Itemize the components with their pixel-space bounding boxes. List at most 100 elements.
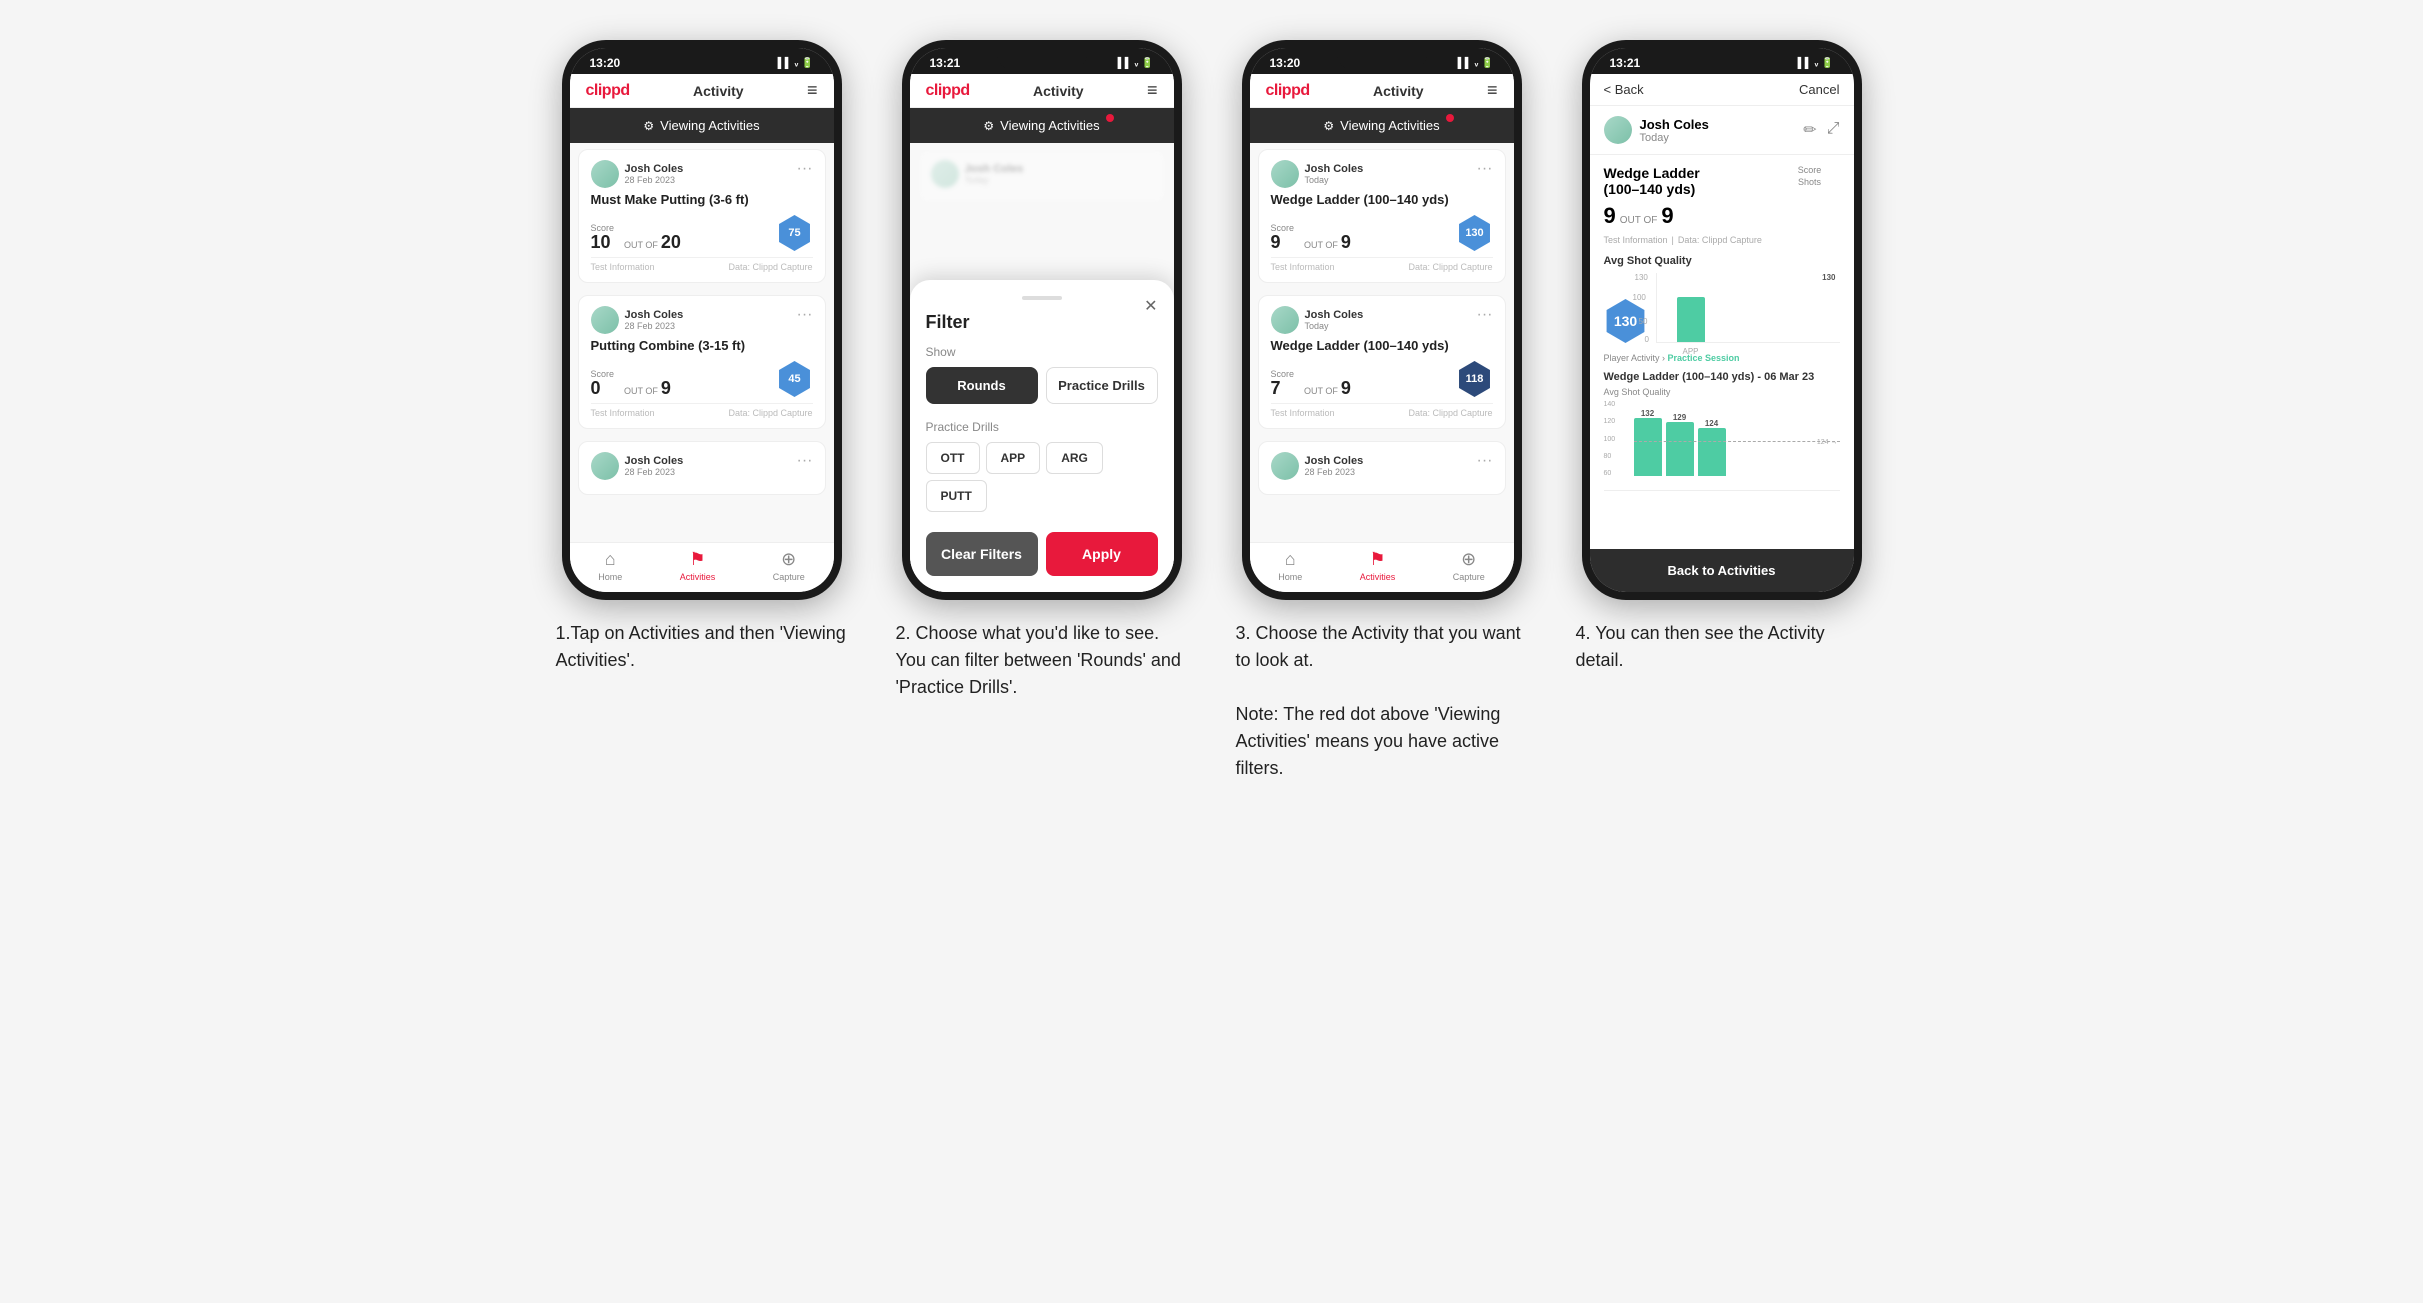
filter-modal[interactable]: ✕ Filter Show Rounds Practice Drills Pra… xyxy=(910,280,1174,592)
step-3-description: 3. Choose the Activity that you want to … xyxy=(1232,620,1532,782)
nav-menu-2[interactable]: ≡ xyxy=(1147,80,1158,101)
sub-bar-3 xyxy=(1698,428,1726,476)
nav-activities-3[interactable]: ⚑ Activities xyxy=(1360,549,1396,582)
phone-frame-2: 13:21 ▌▌ ᵥ 🔋 clippd Activity ≡ ⚙ Viewing… xyxy=(902,40,1182,600)
sub-sq-label: Avg Shot Quality xyxy=(1604,387,1840,397)
activity-card-1-2[interactable]: Josh Coles 28 Feb 2023 ··· Putting Combi… xyxy=(578,295,826,429)
capture-label-1: Capture xyxy=(773,572,805,582)
status-icons-2: ▌▌ ᵥ 🔋 xyxy=(1118,58,1154,69)
detail-header: < Back Cancel xyxy=(1590,74,1854,106)
edit-icon[interactable]: ✏ xyxy=(1803,120,1816,140)
more-dots-1-3[interactable]: ··· xyxy=(797,452,813,470)
back-button[interactable]: < Back xyxy=(1604,82,1644,97)
viewing-banner-1[interactable]: ⚙ Viewing Activities xyxy=(570,108,834,143)
info-right-1-1: Data: Clippd Capture xyxy=(728,262,812,272)
activities-label-1: Activities xyxy=(680,572,716,582)
filter-title: Filter xyxy=(926,312,1158,333)
nav-bar-2: clippd Activity ≡ xyxy=(910,74,1174,108)
more-dots-1-2[interactable]: ··· xyxy=(797,306,813,324)
cancel-button[interactable]: Cancel xyxy=(1799,82,1839,97)
clear-filters-button[interactable]: Clear Filters xyxy=(926,532,1038,576)
notch-2 xyxy=(997,48,1087,70)
activity-card-1-1[interactable]: Josh Coles 28 Feb 2023 ··· Must Make Put… xyxy=(578,149,826,283)
nav-menu-3[interactable]: ≡ xyxy=(1487,80,1498,101)
out-of-detail: OUT OF xyxy=(1620,215,1658,226)
info-left-1-2: Test Information xyxy=(591,408,655,418)
nav-activities-1[interactable]: ⚑ Activities xyxy=(680,549,716,582)
stat-outof-1-2: OUT OF 9 xyxy=(624,369,671,397)
home-label-1: Home xyxy=(598,572,622,582)
viewing-banner-text-3: Viewing Activities xyxy=(1340,118,1439,133)
status-icons-1: ▌▌ ᵥ 🔋 xyxy=(778,58,814,69)
activity-card-3-1[interactable]: Josh Coles Today ··· Wedge Ladder (100–1… xyxy=(1258,149,1506,283)
shots-val-1-2: 9 xyxy=(661,379,671,397)
drill-tag-arg[interactable]: ARG xyxy=(1046,442,1103,474)
card-footer-1-1: Test Information Data: Clippd Capture xyxy=(591,257,813,272)
avatar-1-2 xyxy=(591,306,619,334)
chart-section: Avg Shot Quality 130 130 100 50 0 xyxy=(1604,255,1840,343)
score-val-1-2: 0 xyxy=(591,379,615,397)
nav-logo-3: clippd xyxy=(1266,82,1310,100)
rounds-tab[interactable]: Rounds xyxy=(926,367,1038,404)
stats-row-1-1: Score 10 OUT OF 20 75 xyxy=(591,215,813,251)
nav-menu-1[interactable]: ≡ xyxy=(807,80,818,101)
more-dots-3-1[interactable]: ··· xyxy=(1477,160,1493,178)
nav-capture-1[interactable]: ⊕ Capture xyxy=(773,549,805,582)
status-time-4: 13:21 xyxy=(1610,56,1641,70)
sub-bar-1 xyxy=(1634,418,1662,476)
sq-badge-3-1: 130 xyxy=(1457,215,1493,251)
drill-tag-putt[interactable]: PUTT xyxy=(926,480,987,512)
user-date-1-2: 28 Feb 2023 xyxy=(625,321,684,331)
card-title-3-1: Wedge Ladder (100–140 yds) xyxy=(1271,192,1493,207)
apply-button[interactable]: Apply xyxy=(1046,532,1158,576)
score-val-1-1: 10 xyxy=(591,233,615,251)
more-dots-1-1[interactable]: ··· xyxy=(797,160,813,178)
nav-capture-3[interactable]: ⊕ Capture xyxy=(1453,549,1485,582)
page-container: 13:20 ▌▌ ᵥ 🔋 clippd Activity ≡ ⚙ Viewing… xyxy=(512,40,1912,782)
drill-tag-ott[interactable]: OTT xyxy=(926,442,980,474)
viewing-banner-text-1: Viewing Activities xyxy=(660,118,759,133)
stat-outof-1-1: OUT OF 20 xyxy=(624,223,681,251)
back-to-activities-button[interactable]: Back to Activities xyxy=(1590,549,1854,592)
home-icon-1: ⌂ xyxy=(605,549,616,570)
viewing-banner-3[interactable]: ⚙ Viewing Activities xyxy=(1250,108,1514,143)
card-title-1-2: Putting Combine (3-15 ft) xyxy=(591,338,813,353)
activity-card-3-2[interactable]: Josh Coles Today ··· Wedge Ladder (100–1… xyxy=(1258,295,1506,429)
phone-inner-2: 13:21 ▌▌ ᵥ 🔋 clippd Activity ≡ ⚙ Viewing… xyxy=(910,48,1174,592)
session-info: Player Activity › Practice Session xyxy=(1604,353,1840,363)
out-of-text-1-2: OUT OF xyxy=(624,386,658,396)
user-name-1-3: Josh Coles xyxy=(625,455,684,467)
step-1-column: 13:20 ▌▌ ᵥ 🔋 clippd Activity ≡ ⚙ Viewing… xyxy=(552,40,852,674)
stats-row-3-1: Score 9 OUT OF 9 130 xyxy=(1271,215,1493,251)
status-icons-4: ▌▌ ᵥ 🔋 xyxy=(1798,58,1834,69)
phone-frame-1: 13:20 ▌▌ ᵥ 🔋 clippd Activity ≡ ⚙ Viewing… xyxy=(562,40,842,600)
nav-bar-3: clippd Activity ≡ xyxy=(1250,74,1514,108)
nav-home-1[interactable]: ⌂ Home xyxy=(598,549,622,582)
practice-drills-tab[interactable]: Practice Drills xyxy=(1046,367,1158,404)
filter-icon-3: ⚙ xyxy=(1323,119,1334,133)
activity-card-3-3[interactable]: Josh Coles 28 Feb 2023 ··· xyxy=(1258,441,1506,495)
status-time-2: 13:21 xyxy=(930,56,961,70)
user-details-1-1: Josh Coles 28 Feb 2023 xyxy=(625,163,684,185)
detail-user-info: Josh Coles Today xyxy=(1640,117,1796,144)
activity-card-1-3[interactable]: Josh Coles 28 Feb 2023 ··· xyxy=(578,441,826,495)
drill-tag-app[interactable]: APP xyxy=(986,442,1041,474)
stats-row-1-2: Score 0 OUT OF 9 45 xyxy=(591,361,813,397)
bg-card-2: Josh Coles Today xyxy=(918,149,1166,203)
notch-3 xyxy=(1337,48,1427,70)
filter-close-button[interactable]: ✕ xyxy=(1144,296,1157,316)
filter-icon-2: ⚙ xyxy=(983,119,994,133)
phone-frame-3: 13:20 ▌▌ ᵥ 🔋 clippd Activity ≡ ⚙ Viewing… xyxy=(1242,40,1522,600)
viewing-banner-2[interactable]: ⚙ Viewing Activities xyxy=(910,108,1174,143)
filter-tabs: Rounds Practice Drills xyxy=(926,367,1158,404)
user-date-1-1: 28 Feb 2023 xyxy=(625,175,684,185)
chart-bar-app xyxy=(1677,297,1705,342)
nav-home-3[interactable]: ⌂ Home xyxy=(1278,549,1302,582)
sq-badge-1-1: 75 xyxy=(777,215,813,251)
phone-inner-3: 13:20 ▌▌ ᵥ 🔋 clippd Activity ≡ ⚙ Viewing… xyxy=(1250,48,1514,592)
user-name-3-1: Josh Coles xyxy=(1305,163,1364,175)
practice-drills-label: Practice Drills xyxy=(926,420,1158,434)
detail-action-icons: ✏ ⤢ xyxy=(1803,120,1839,140)
expand-icon[interactable]: ⤢ xyxy=(1827,120,1840,140)
notch-1 xyxy=(657,48,747,70)
